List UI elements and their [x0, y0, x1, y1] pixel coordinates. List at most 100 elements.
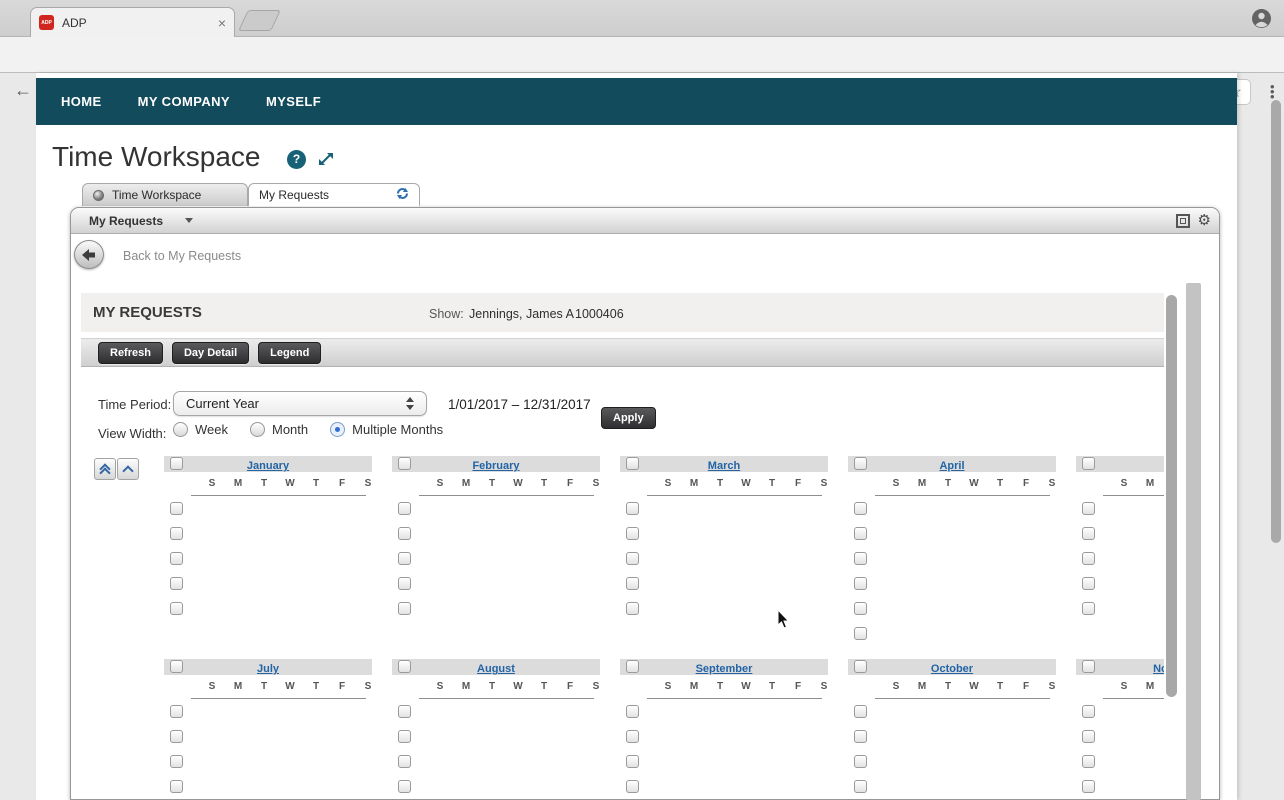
day-letter: F	[1022, 681, 1030, 692]
week-checkbox[interactable]	[170, 780, 183, 793]
browser-tab[interactable]: ADP ADP ×	[30, 7, 235, 37]
month-link[interactable]: July	[257, 663, 279, 675]
tab-time-workspace[interactable]: Time Workspace	[82, 183, 248, 206]
legend-button[interactable]: Legend	[258, 341, 322, 364]
radio-month[interactable]	[250, 422, 265, 437]
chrome-menu-icon[interactable]: • • •	[1270, 80, 1275, 103]
tab-close-icon[interactable]: ×	[218, 15, 226, 31]
month-checkbox[interactable]	[626, 660, 639, 673]
week-checkbox[interactable]	[170, 552, 183, 565]
week-checkbox[interactable]	[1082, 602, 1095, 615]
week-checkbox[interactable]	[398, 527, 411, 540]
tab-my-requests[interactable]: My Requests	[248, 183, 420, 206]
inner-scrollbar-thumb[interactable]	[1166, 295, 1177, 697]
day-detail-button[interactable]: Day Detail	[171, 341, 250, 364]
week-checkbox[interactable]	[626, 502, 639, 515]
month-checkbox[interactable]	[626, 457, 639, 470]
nav-item-myself[interactable]: MYSELF	[266, 94, 321, 109]
week-checkbox[interactable]	[170, 730, 183, 743]
month-link[interactable]: January	[247, 460, 289, 472]
week-checkbox[interactable]	[170, 577, 183, 590]
month-checkbox[interactable]	[854, 457, 867, 470]
month-checkbox[interactable]	[854, 660, 867, 673]
week-checkbox[interactable]	[626, 780, 639, 793]
week-checkbox[interactable]	[854, 627, 867, 640]
week-checkbox[interactable]	[398, 602, 411, 615]
week-checkbox[interactable]	[854, 780, 867, 793]
week-checkbox[interactable]	[398, 705, 411, 718]
week-checkbox[interactable]	[170, 527, 183, 540]
gear-icon[interactable]: ⚙	[1198, 213, 1211, 228]
apply-button[interactable]: Apply	[601, 407, 656, 429]
week-checkbox[interactable]	[626, 730, 639, 743]
sync-icon[interactable]	[396, 187, 409, 203]
week-checkbox[interactable]	[398, 552, 411, 565]
collapse-button[interactable]	[117, 458, 139, 480]
month-checkbox[interactable]	[1082, 457, 1095, 470]
month-checkbox[interactable]	[398, 660, 411, 673]
week-checkbox[interactable]	[170, 502, 183, 515]
week-checkbox[interactable]	[854, 502, 867, 515]
month-link[interactable]: November	[1153, 663, 1164, 675]
week-checkbox[interactable]	[626, 552, 639, 565]
maximize-icon[interactable]	[1175, 213, 1190, 228]
chevron-down-icon[interactable]	[185, 218, 194, 223]
nav-item-home[interactable]: HOME	[61, 94, 102, 109]
week-checkbox[interactable]	[854, 755, 867, 768]
back-icon[interactable]: ←	[14, 80, 32, 101]
collapse-all-button[interactable]	[94, 458, 116, 480]
week-checkbox[interactable]	[1082, 705, 1095, 718]
week-checkbox[interactable]	[854, 552, 867, 565]
week-checkbox[interactable]	[170, 705, 183, 718]
week-checkbox[interactable]	[854, 527, 867, 540]
week-checkbox[interactable]	[626, 602, 639, 615]
week-checkbox[interactable]	[398, 780, 411, 793]
day-letter: M	[233, 681, 243, 692]
radio-week[interactable]	[173, 422, 188, 437]
profile-icon[interactable]	[1251, 8, 1272, 34]
month-link[interactable]: September	[696, 663, 753, 675]
back-link[interactable]: Back to My Requests	[123, 249, 241, 263]
time-period-select[interactable]: Current Year	[173, 391, 427, 416]
week-checkbox[interactable]	[854, 730, 867, 743]
month-link[interactable]: March	[708, 460, 740, 472]
week-checkbox[interactable]	[854, 705, 867, 718]
week-checkbox[interactable]	[1082, 502, 1095, 515]
week-checkbox[interactable]	[398, 502, 411, 515]
week-checkbox[interactable]	[626, 577, 639, 590]
week-checkbox[interactable]	[1082, 780, 1095, 793]
radio-multiple-months[interactable]	[330, 422, 346, 437]
new-tab-button[interactable]	[238, 10, 281, 31]
week-checkbox[interactable]	[170, 755, 183, 768]
week-checkbox[interactable]	[398, 730, 411, 743]
week-checkbox[interactable]	[854, 602, 867, 615]
month-link[interactable]: February	[472, 460, 519, 472]
week-checkbox[interactable]	[170, 602, 183, 615]
month-checkbox[interactable]	[1082, 660, 1095, 673]
app-page: HOME MY COMPANY MYSELF Time Workspace ? …	[36, 73, 1237, 800]
back-button[interactable]	[74, 240, 104, 269]
week-checkbox[interactable]	[854, 577, 867, 590]
week-checkbox[interactable]	[626, 527, 639, 540]
week-checkbox[interactable]	[1082, 552, 1095, 565]
week-checkbox[interactable]	[1082, 527, 1095, 540]
week-checkbox[interactable]	[626, 705, 639, 718]
month-checkbox[interactable]	[170, 660, 183, 673]
nav-item-my-company[interactable]: MY COMPANY	[138, 94, 230, 109]
month-link[interactable]: April	[939, 460, 964, 472]
month-checkbox[interactable]	[398, 457, 411, 470]
week-checkbox[interactable]	[1082, 577, 1095, 590]
portlet-scrollbar[interactable]	[1186, 283, 1201, 800]
month-link[interactable]: October	[931, 663, 973, 675]
month-link[interactable]: August	[477, 663, 515, 675]
week-checkbox[interactable]	[398, 755, 411, 768]
week-checkbox[interactable]	[398, 577, 411, 590]
expand-icon[interactable]	[316, 149, 336, 174]
week-checkbox[interactable]	[1082, 755, 1095, 768]
help-icon[interactable]: ?	[287, 150, 306, 169]
week-checkbox[interactable]	[1082, 730, 1095, 743]
month-checkbox[interactable]	[170, 457, 183, 470]
window-scrollbar-thumb[interactable]	[1271, 100, 1281, 543]
refresh-button[interactable]: Refresh	[98, 341, 163, 364]
week-checkbox[interactable]	[626, 755, 639, 768]
